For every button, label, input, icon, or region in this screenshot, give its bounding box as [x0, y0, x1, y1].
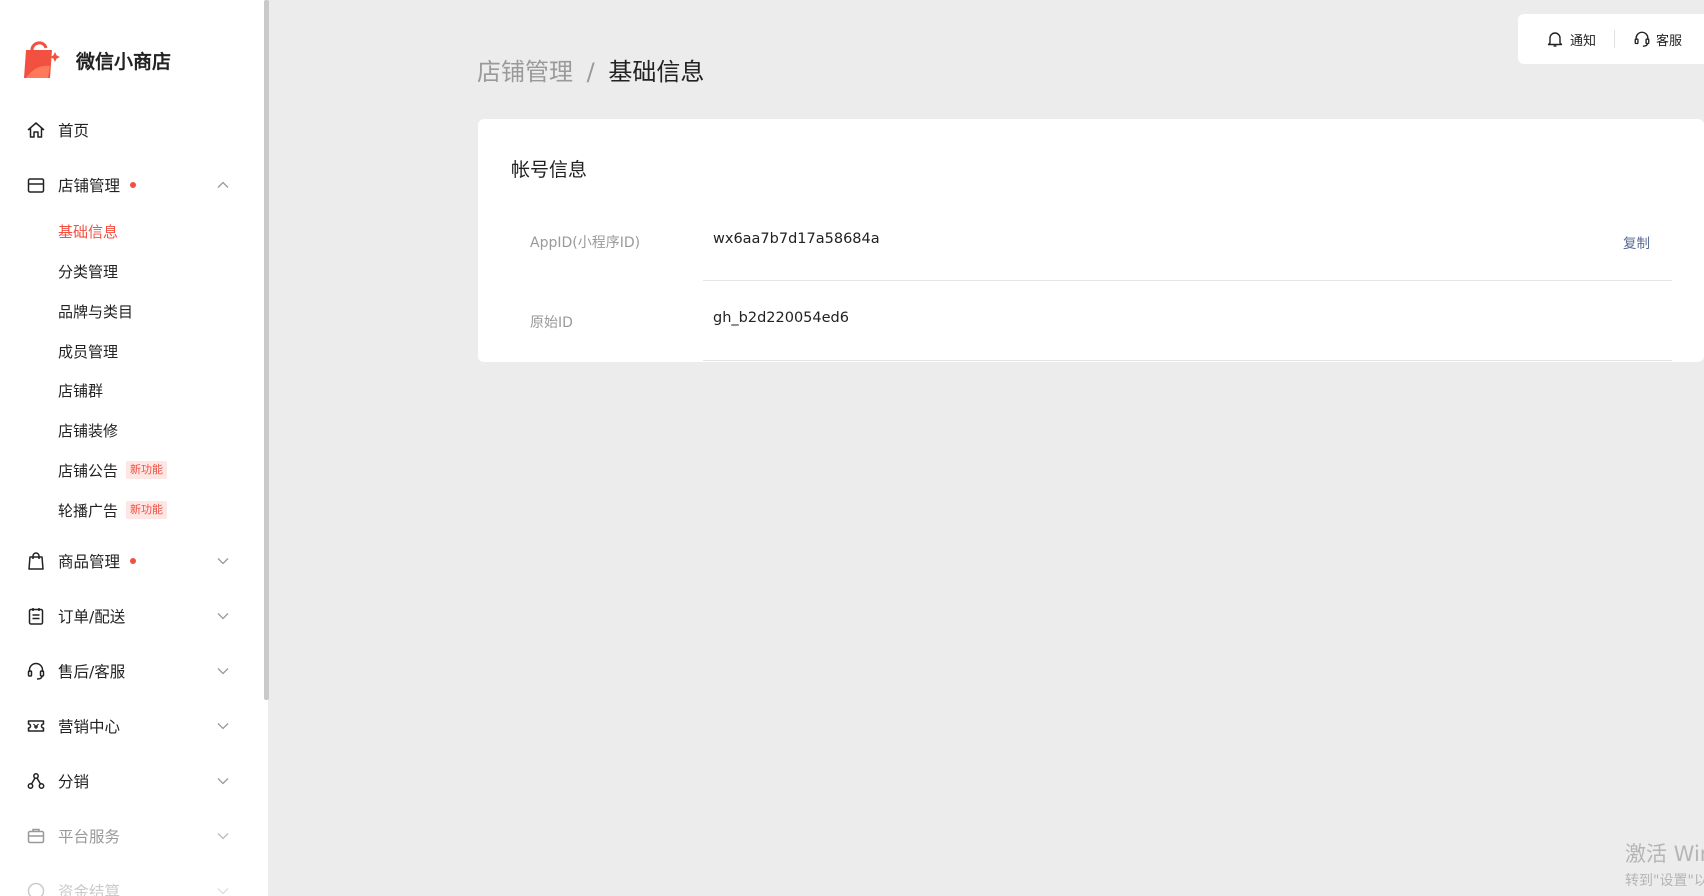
subitem-label: 基础信息 — [58, 222, 119, 241]
sidebar: 微信小商店 首页 店铺管理 基础信息 分类管理 品牌与类目 成员管理 店铺群 店… — [0, 0, 268, 896]
ticket-icon — [27, 720, 45, 732]
headset-icon — [27, 662, 45, 680]
clipboard-icon — [28, 608, 44, 625]
bell-icon — [1547, 32, 1563, 47]
copy-appid-link[interactable]: 复制 — [1623, 232, 1650, 252]
notify-label: 通知 — [1570, 33, 1597, 49]
shopping-bag-logo-icon — [24, 41, 60, 78]
new-feature-badge: 新功能 — [126, 461, 168, 479]
sidebar-item-label: 营销中心 — [58, 718, 121, 736]
chevron-down-icon — [217, 613, 229, 620]
watermark-line-2: 转到"设置"以 — [1625, 873, 1704, 889]
page-title: 基础信息 — [608, 58, 705, 86]
appid-row: AppID(小程序ID) wx6aa7b7d17a58684a 复制 — [478, 201, 1672, 281]
chevron-down-icon — [217, 668, 229, 675]
subitem-label: 轮播广告 — [58, 501, 119, 520]
subitem-label: 分类管理 — [58, 262, 119, 281]
subitem-label: 店铺公告 — [58, 461, 119, 480]
chevron-down-icon — [217, 723, 229, 730]
app-logo[interactable]: 微信小商店 — [22, 38, 171, 82]
sidebar-item-label: 平台服务 — [58, 828, 121, 846]
sidebar-item-marketing[interactable]: 营销中心 — [0, 706, 250, 746]
sidebar-item-distribution[interactable]: 分销 — [0, 761, 250, 801]
notification-dot — [130, 182, 136, 188]
home-icon — [27, 122, 45, 138]
sidebar-subitem-brand[interactable]: 品牌与类目 — [58, 296, 133, 326]
sidebar-item-label: 订单/配送 — [58, 608, 126, 626]
app-name: 微信小商店 — [76, 50, 172, 73]
card-title: 帐号信息 — [511, 159, 588, 181]
row-divider — [703, 360, 1672, 361]
notification-dot — [130, 558, 136, 564]
account-info-card: 帐号信息 AppID(小程序ID) wx6aa7b7d17a58684a 复制 … — [478, 119, 1704, 362]
sidebar-item-funds[interactable]: 资金结算 — [0, 871, 250, 896]
breadcrumb-parent[interactable]: 店铺管理 — [477, 58, 573, 86]
new-feature-badge: 新功能 — [126, 501, 168, 519]
share-nodes-icon — [27, 773, 45, 789]
subitem-label: 店铺装修 — [58, 421, 119, 440]
store-icon — [27, 178, 45, 193]
shopping-bag-icon — [28, 552, 44, 570]
original-id-label: 原始ID — [530, 315, 573, 331]
sidebar-subitem-category[interactable]: 分类管理 — [58, 256, 118, 286]
sidebar-item-orders[interactable]: 订单/配送 — [0, 596, 250, 636]
sidebar-subitem-members[interactable]: 成员管理 — [58, 336, 118, 366]
sidebar-item-products[interactable]: 商品管理 — [0, 541, 250, 581]
breadcrumb: 店铺管理 / 基础信息 — [477, 52, 704, 87]
breadcrumb-separator: / — [586, 58, 595, 86]
watermark-line-1: 激活 Win — [1625, 842, 1704, 866]
chevron-down-icon — [217, 778, 229, 785]
toolbar-divider — [1614, 30, 1616, 48]
original-id-value: gh_b2d220054ed6 — [713, 310, 849, 326]
customer-service-button[interactable]: 客服 — [1633, 30, 1682, 49]
money-icon — [27, 882, 45, 896]
sidebar-item-label: 售后/客服 — [58, 663, 126, 681]
chevron-down-icon — [217, 558, 229, 565]
chevron-down-icon — [217, 833, 229, 840]
subitem-label: 成员管理 — [58, 342, 119, 361]
appid-value: wx6aa7b7d17a58684a — [713, 231, 880, 247]
chevron-up-icon — [217, 181, 229, 188]
subitem-label: 店铺群 — [58, 381, 104, 400]
appid-label: AppID(小程序ID) — [530, 235, 641, 251]
subitem-label: 品牌与类目 — [58, 302, 134, 321]
sidebar-subitem-announcement[interactable]: 店铺公告 新功能 — [58, 455, 168, 485]
sidebar-item-label: 首页 — [58, 122, 90, 140]
sidebar-subitem-decoration[interactable]: 店铺装修 — [58, 415, 118, 445]
sidebar-item-label: 资金结算 — [58, 883, 121, 896]
windows-activation-watermark: 激活 Win 转到"设置"以 — [1625, 838, 1704, 890]
sidebar-subitem-basic-info[interactable]: 基础信息 — [58, 216, 118, 246]
sidebar-subitem-store-group[interactable]: 店铺群 — [58, 375, 103, 405]
sidebar-scrollbar[interactable] — [264, 0, 269, 700]
briefcase-icon — [27, 828, 45, 844]
sidebar-item-label: 分销 — [58, 773, 90, 791]
sidebar-item-aftersales[interactable]: 售后/客服 — [0, 651, 250, 691]
notify-button[interactable]: 通知 — [1546, 30, 1596, 49]
headset-icon — [1634, 31, 1650, 47]
sidebar-item-label: 店铺管理 — [58, 177, 121, 195]
sidebar-item-label: 商品管理 — [58, 553, 121, 571]
chevron-down-icon — [217, 888, 229, 895]
sidebar-item-store[interactable]: 店铺管理 — [0, 165, 250, 205]
sidebar-item-platform[interactable]: 平台服务 — [0, 816, 250, 856]
service-label: 客服 — [1656, 33, 1683, 49]
sidebar-subitem-banner-ads[interactable]: 轮播广告 新功能 — [58, 495, 168, 525]
sidebar-item-home[interactable]: 首页 — [0, 110, 250, 150]
original-id-row: 原始ID gh_b2d220054ed6 — [478, 281, 1672, 361]
top-toolbar: 通知 客服 — [1518, 14, 1704, 64]
